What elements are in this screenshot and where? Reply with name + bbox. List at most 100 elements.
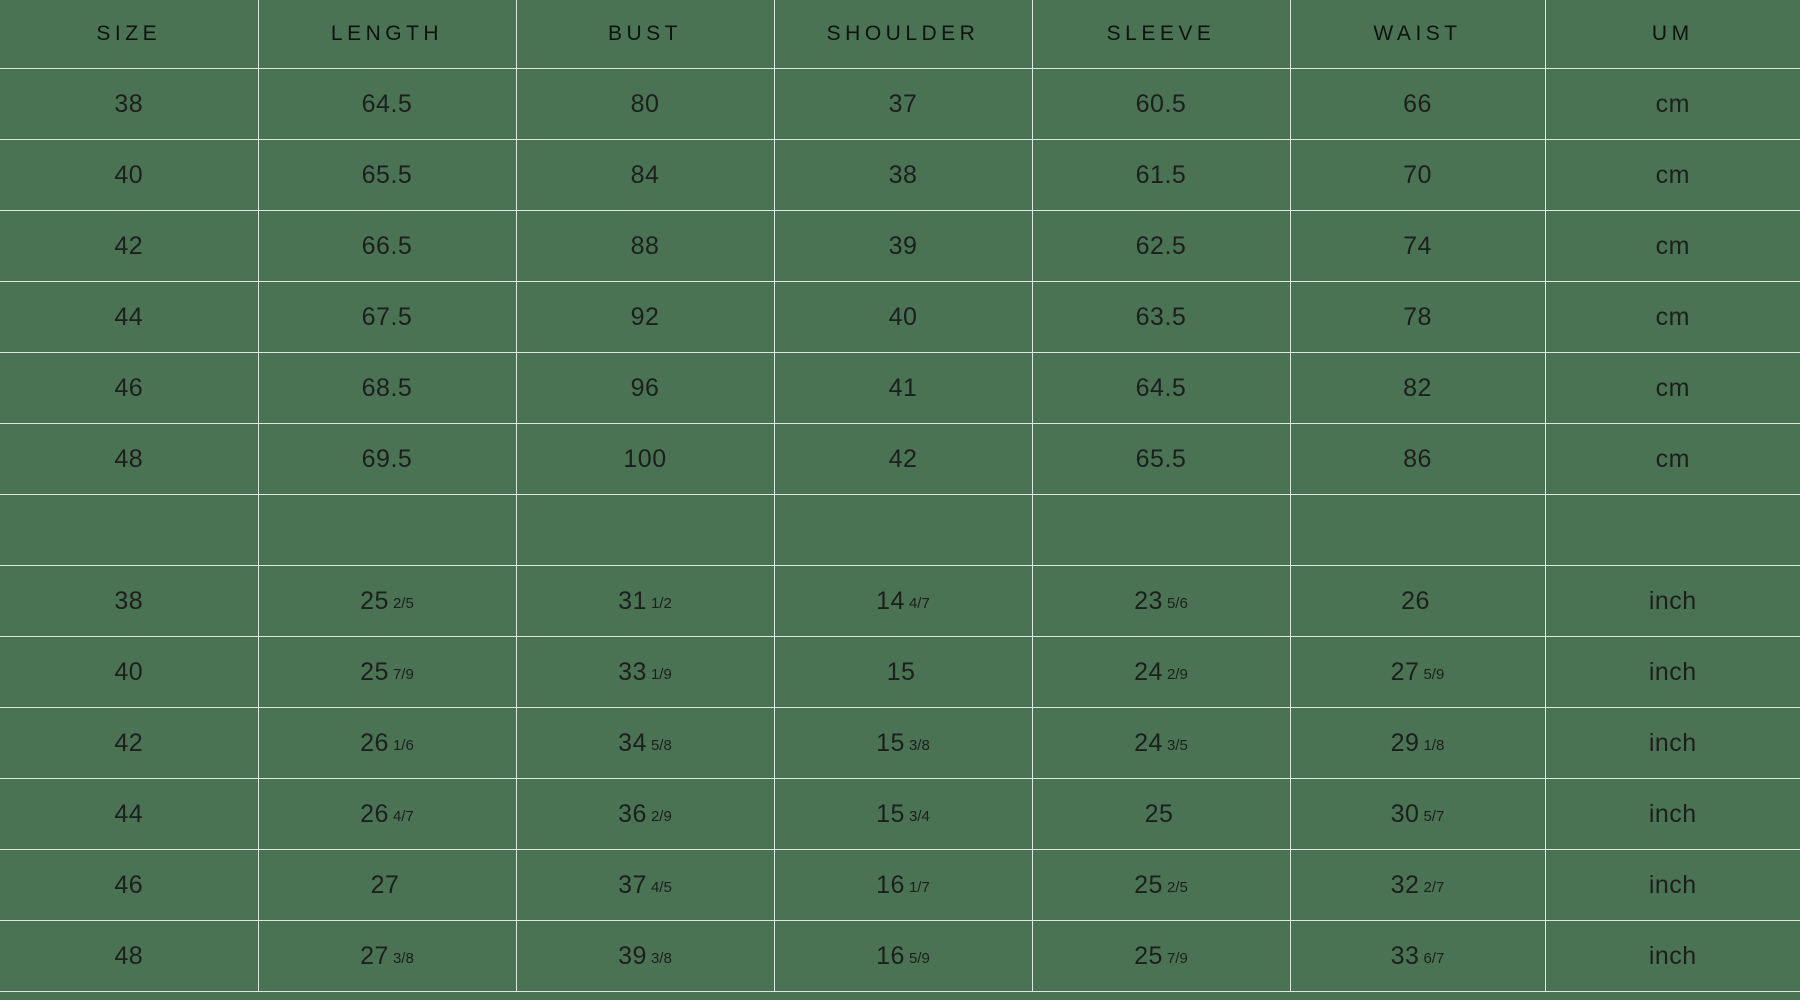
value-whole: 26: [360, 728, 389, 757]
value-whole: 15: [876, 728, 905, 757]
cell-length: 66.5: [258, 210, 517, 282]
value-whole: 25: [1134, 941, 1163, 970]
value-fraction: 1/7: [908, 878, 930, 896]
cell-waist: 74: [1290, 210, 1546, 282]
spacer-cell: [258, 494, 517, 566]
value-whole: 31: [618, 586, 647, 615]
cell-shoulder: 14 4/7: [774, 565, 1033, 637]
cell-um: cm: [1545, 139, 1800, 211]
table-body: 38 64.5 80 37 60.5 66 cm 40 65.5 84 38 6…: [0, 68, 1800, 992]
cell-size: 38: [0, 565, 259, 637]
cell-sleeve: 63.5: [1032, 281, 1291, 353]
table-row: 42 26 1/6 34 5/8 15 3/8 24 3/5 29 1/8 inch: [0, 707, 1800, 779]
cell-length: 25 2/5: [258, 565, 517, 637]
spacer-cell: [1032, 494, 1291, 566]
cell-size: 38: [0, 68, 259, 140]
spacer-cell: [774, 494, 1033, 566]
value-whole: 15: [886, 657, 916, 686]
cell-size: 44: [0, 778, 259, 850]
cell-sleeve: 25: [1032, 778, 1291, 850]
cell-size: 40: [0, 139, 259, 211]
cell-sleeve: 65.5: [1032, 423, 1291, 495]
cell-um: cm: [1545, 68, 1800, 140]
cell-waist: 27 5/9: [1290, 636, 1546, 708]
table-row: 46 27 37 4/5 16 1/7 25 2/5 32 2/7 inch: [0, 849, 1800, 921]
cell-length: 67.5: [258, 281, 517, 353]
spacer-cell: [516, 494, 775, 566]
cell-waist: 86: [1290, 423, 1546, 495]
cell-length: 69.5: [258, 423, 517, 495]
cell-length: 26 1/6: [258, 707, 517, 779]
value-whole: 25: [1144, 799, 1174, 828]
cell-size: 48: [0, 423, 259, 495]
value-fraction: 3/8: [908, 736, 930, 754]
cell-size: 48: [0, 920, 259, 992]
table-row: 46 68.5 96 41 64.5 82 cm: [0, 352, 1800, 424]
cell-um: inch: [1545, 565, 1800, 637]
value-fraction: 7/9: [1166, 949, 1188, 967]
cell-shoulder: 15 3/4: [774, 778, 1033, 850]
cell-sleeve: 60.5: [1032, 68, 1291, 140]
cell-sleeve: 25 2/5: [1032, 849, 1291, 921]
cell-size: 42: [0, 210, 259, 282]
table-row: 48 27 3/8 39 3/8 16 5/9 25 7/9 33 6/7 inch: [0, 920, 1800, 992]
value-whole: 25: [360, 586, 389, 615]
value-fraction: 5/9: [1423, 665, 1445, 683]
column-header-length: LENGTH: [258, 0, 517, 69]
value-whole: 27: [370, 870, 400, 899]
spacer-cell: [1290, 494, 1546, 566]
size-chart-table: SIZE LENGTH BUST SHOULDER SLEEVE WAIST U…: [0, 0, 1800, 992]
cell-bust: 80: [516, 68, 775, 140]
value-whole: 33: [1390, 941, 1420, 970]
value-fraction: 2/7: [1423, 878, 1445, 896]
value-whole: 34: [618, 728, 647, 757]
cell-waist: 33 6/7: [1290, 920, 1546, 992]
cell-bust: 88: [516, 210, 775, 282]
value-fraction: 3/8: [650, 949, 672, 967]
cell-um: cm: [1545, 352, 1800, 424]
cell-bust: 33 1/9: [516, 636, 775, 708]
cell-length: 26 4/7: [258, 778, 517, 850]
cell-sleeve: 64.5: [1032, 352, 1291, 424]
value-fraction: 2/9: [1166, 665, 1188, 683]
table-row: 44 26 4/7 36 2/9 15 3/4 25 30 5/7 inch: [0, 778, 1800, 850]
cell-um: cm: [1545, 210, 1800, 282]
value-fraction: 3/8: [392, 949, 414, 967]
cell-shoulder: 15 3/8: [774, 707, 1033, 779]
value-fraction: 3/4: [908, 807, 930, 825]
cell-sleeve: 24 3/5: [1032, 707, 1291, 779]
value-fraction: 2/9: [650, 807, 672, 825]
cell-sleeve: 24 2/9: [1032, 636, 1291, 708]
cell-um: inch: [1545, 778, 1800, 850]
cell-waist: 26: [1290, 565, 1546, 637]
value-fraction: 5/9: [908, 949, 930, 967]
cell-waist: 82: [1290, 352, 1546, 424]
column-header-um: UM: [1545, 0, 1800, 69]
value-fraction: 1/6: [392, 736, 414, 754]
value-whole: 25: [360, 657, 389, 686]
cell-bust: 31 1/2: [516, 565, 775, 637]
value-fraction: 5/7: [1423, 807, 1445, 825]
cell-shoulder: 15: [774, 636, 1033, 708]
cell-shoulder: 40: [774, 281, 1033, 353]
cell-bust: 100: [516, 423, 775, 495]
cell-waist: 66: [1290, 68, 1546, 140]
cell-size: 44: [0, 281, 259, 353]
cell-length: 25 7/9: [258, 636, 517, 708]
cell-bust: 96: [516, 352, 775, 424]
cell-um: inch: [1545, 849, 1800, 921]
value-fraction: 6/7: [1423, 949, 1445, 967]
value-fraction: 1/2: [650, 594, 672, 612]
value-whole: 27: [360, 941, 389, 970]
cell-size: 40: [0, 636, 259, 708]
cell-bust: 84: [516, 139, 775, 211]
cell-size: 46: [0, 352, 259, 424]
column-header-sleeve: SLEEVE: [1032, 0, 1291, 69]
cell-sleeve: 23 5/6: [1032, 565, 1291, 637]
cell-bust: 36 2/9: [516, 778, 775, 850]
cell-bust: 37 4/5: [516, 849, 775, 921]
value-whole: 23: [1134, 586, 1163, 615]
cell-shoulder: 42: [774, 423, 1033, 495]
cell-um: inch: [1545, 707, 1800, 779]
value-whole: 14: [876, 586, 905, 615]
